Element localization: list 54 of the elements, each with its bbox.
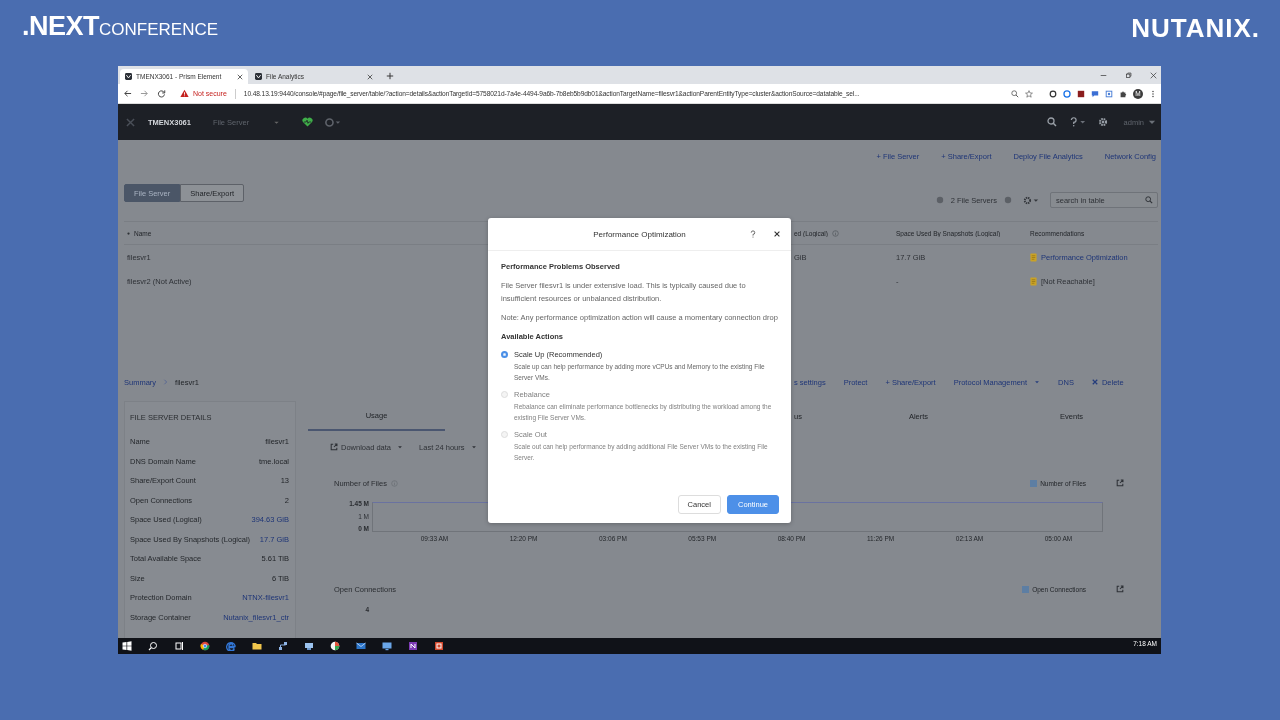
radio-button[interactable] [501,351,508,358]
site-icon [125,73,132,80]
caret-icon [1034,379,1041,385]
sponsor-logo: NUTANIX. [1131,12,1260,44]
caret-icon [397,444,404,450]
zoom-icon[interactable] [1011,89,1019,98]
close-icon[interactable] [237,73,243,80]
new-tab-icon[interactable] [386,72,394,80]
restore-icon[interactable] [1125,71,1132,79]
dialog-title: Performance Optimization [593,229,686,239]
back-icon[interactable] [123,89,132,98]
mail-app-icon[interactable] [356,641,366,651]
search-icon[interactable] [1046,117,1057,127]
star-icon[interactable] [1025,89,1033,98]
status-circle-icon [1004,196,1012,204]
edge-app-icon[interactable] [226,641,236,651]
alert-dropdown-icon[interactable] [325,117,342,127]
slides-app-icon[interactable] [434,641,444,651]
delete-icon [1091,379,1098,385]
recommendation-icon [1030,276,1037,286]
start-icon[interactable] [122,641,132,651]
export-icon [330,443,338,451]
browser-app-icon[interactable] [200,641,210,651]
caret-icon [470,444,477,450]
recommendation-icon [1030,252,1037,262]
warning-icon [180,89,189,98]
reload-icon[interactable] [157,89,166,98]
sort-icon[interactable] [127,231,130,235]
notebook-app-icon[interactable] [408,641,418,651]
remote-app-icon[interactable] [304,641,314,651]
settings-icon[interactable] [1097,117,1108,127]
event-logo: .NEXTCONFERENCE [22,11,219,43]
folder-icon[interactable] [252,641,262,651]
chevron-icon [163,379,169,385]
legend-swatch [1022,585,1030,593]
popout-icon[interactable] [1116,479,1124,487]
help-icon[interactable] [749,230,757,238]
close-icon[interactable] [773,230,781,238]
help-icon[interactable] [1068,117,1086,127]
site-icon [255,73,262,80]
legend-swatch [1030,479,1038,487]
task-view-icon[interactable] [174,641,184,651]
popout-icon[interactable] [1116,585,1124,593]
menu-icon[interactable] [1149,89,1157,98]
network-app-icon[interactable] [278,641,288,651]
puzzle-icon[interactable] [1119,89,1127,98]
health-icon[interactable] [302,117,314,127]
settings-dropdown-icon[interactable] [1023,195,1039,205]
forward-icon[interactable] [140,89,149,98]
app-icon[interactable] [330,641,340,651]
monitor-app-icon[interactable] [382,641,392,651]
search-icon[interactable] [148,641,158,651]
info-icon [831,229,839,237]
status-circle-icon [935,196,944,204]
